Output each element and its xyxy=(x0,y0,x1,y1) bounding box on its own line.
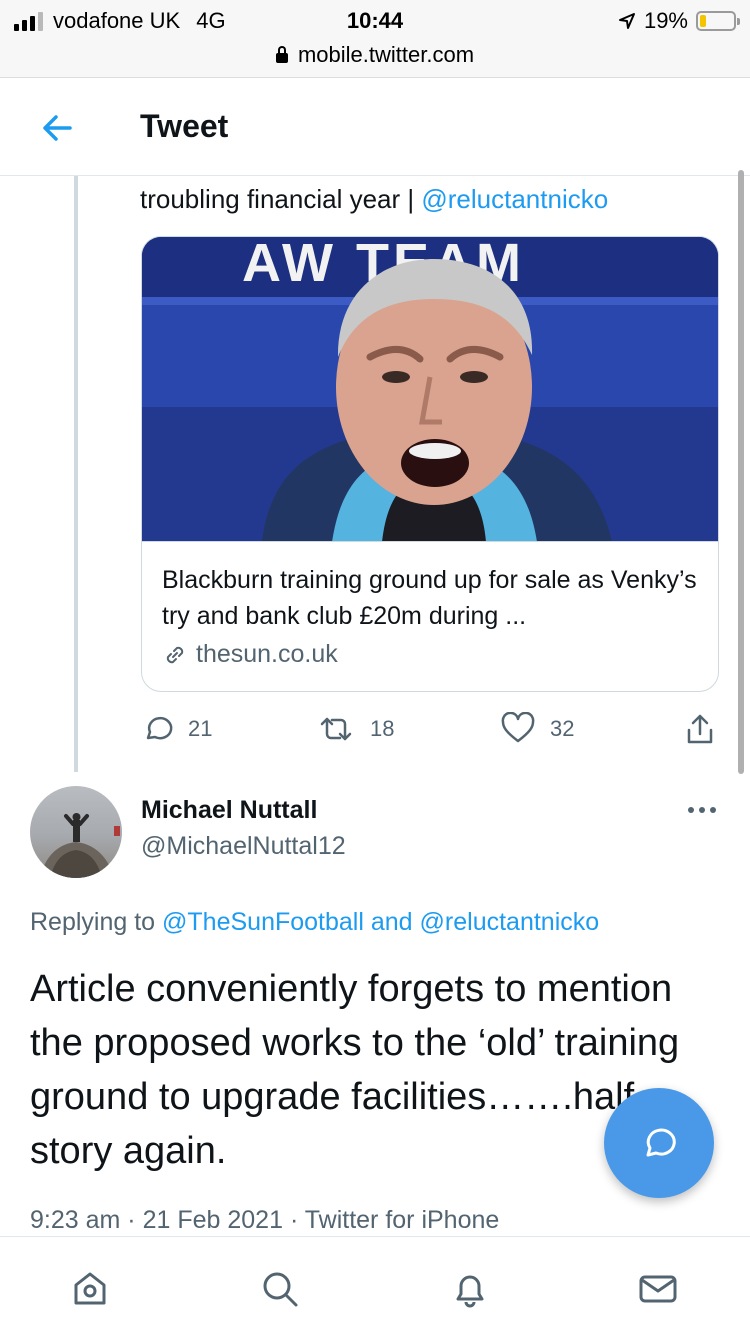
page-title: Tweet xyxy=(140,108,229,144)
nav-messages[interactable] xyxy=(634,1265,682,1313)
location-icon xyxy=(618,13,635,29)
replying-and[interactable]: and xyxy=(371,908,413,936)
previous-tweet-line: troubling financial year | xyxy=(140,184,415,214)
status-bar: vodafone UK 4G 10:44 19% mobile.twitter.… xyxy=(0,0,750,78)
reply-icon xyxy=(146,716,173,740)
like-count: 32 xyxy=(550,716,575,741)
back-button[interactable] xyxy=(36,108,80,148)
search-icon xyxy=(263,1272,298,1307)
share-icon xyxy=(687,714,713,744)
like-button[interactable]: 32 xyxy=(500,712,574,746)
retweet-count: 18 xyxy=(370,716,395,741)
compose-reply-button[interactable] xyxy=(604,1088,714,1198)
avatar[interactable] xyxy=(30,786,122,878)
url-bar[interactable]: mobile.twitter.com xyxy=(0,42,750,68)
card-image: AW TEAM xyxy=(142,237,718,542)
lock-icon xyxy=(275,46,288,63)
reply-count: 21 xyxy=(188,716,213,741)
battery-icon xyxy=(696,11,740,31)
scrollbar[interactable] xyxy=(738,170,744,774)
author-handle[interactable]: @MichaelNuttal12 xyxy=(141,832,346,861)
battery-level xyxy=(700,15,706,27)
nav-home[interactable] xyxy=(66,1265,114,1313)
card-body: Blackburn training ground up for sale as… xyxy=(142,542,718,669)
mention-link[interactable]: @TheSunFootball xyxy=(162,908,364,936)
reply-button[interactable]: 21 xyxy=(140,712,212,746)
replying-to: Replying to @TheSunFootball and @relucta… xyxy=(30,908,599,937)
avatar-photo xyxy=(40,813,120,878)
tweet-date[interactable]: 21 Feb 2021 xyxy=(143,1206,283,1234)
link-icon xyxy=(166,646,184,663)
tweet-time[interactable]: 9:23 am xyxy=(30,1206,120,1234)
heart-icon xyxy=(501,712,535,743)
previous-tweet-text: troubling financial year | @reluctantnic… xyxy=(140,184,608,215)
retweet-button[interactable]: 18 xyxy=(316,712,394,746)
separator: · xyxy=(127,1206,136,1234)
tweet-timestamp: 9:23 am · 21 Feb 2021 · Twitter for iPho… xyxy=(30,1206,499,1235)
author-name[interactable]: Michael Nuttall xyxy=(141,796,317,825)
status-right: 19% xyxy=(618,8,740,34)
nav-notifications[interactable] xyxy=(446,1265,494,1313)
arrow-left-icon xyxy=(43,115,72,141)
tweet-source[interactable]: Twitter for iPhone xyxy=(305,1206,500,1234)
nav-search[interactable] xyxy=(256,1265,304,1313)
more-options-button[interactable] xyxy=(682,800,722,820)
link-card[interactable]: AW TEAM Blackburn training ground up for… xyxy=(141,236,719,692)
replying-prefix: Replying to xyxy=(30,908,156,936)
notifications-icon xyxy=(456,1275,484,1308)
separator: · xyxy=(289,1206,299,1234)
reply-bubble-icon xyxy=(646,1128,676,1157)
thread-line xyxy=(74,176,78,772)
tweet-actions: 21 18 32 xyxy=(140,712,720,752)
card-title: Blackburn training ground up for sale as… xyxy=(162,566,697,630)
card-domain: thesun.co.uk xyxy=(162,640,698,669)
url-text: mobile.twitter.com xyxy=(297,42,475,67)
home-icon xyxy=(74,1272,106,1305)
retweet-icon xyxy=(320,717,352,741)
photo-illustration: AW TEAM xyxy=(142,237,718,541)
card-domain-text: thesun.co.uk xyxy=(196,640,338,668)
bottom-nav xyxy=(0,1236,750,1334)
share-button[interactable] xyxy=(682,712,732,748)
page-header: Tweet xyxy=(0,78,750,176)
messages-icon xyxy=(639,1275,677,1303)
battery-percent: 19% xyxy=(643,8,688,33)
tweet-text: Article conveniently forgets to mention … xyxy=(30,968,680,1172)
mention-link[interactable]: @reluctantnicko xyxy=(421,184,608,214)
mention-link[interactable]: @reluctantnicko xyxy=(420,908,600,936)
